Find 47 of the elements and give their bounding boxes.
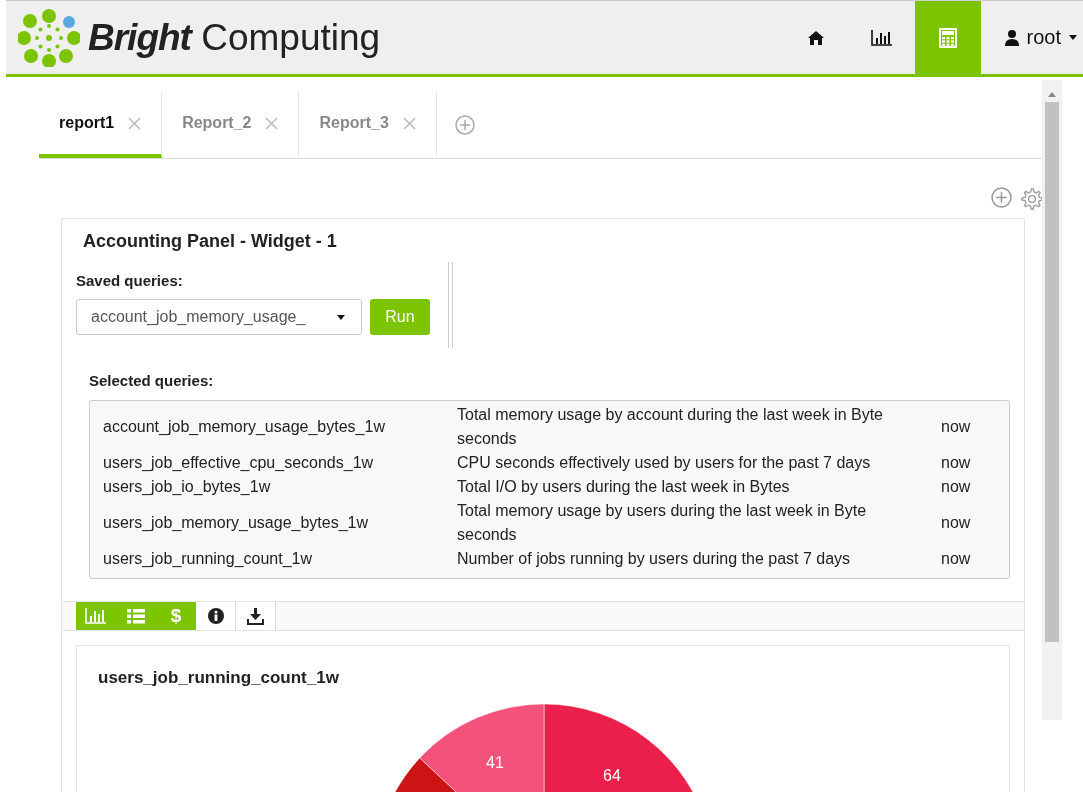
query-time: now [941, 477, 972, 497]
query-time: now [941, 549, 972, 569]
user-icon [1004, 29, 1019, 46]
currency-button[interactable]: $ [156, 602, 196, 630]
slice-label: 64 [603, 767, 621, 784]
close-icon[interactable] [128, 116, 142, 130]
query-description: Total memory usage by account during the last week in Byte seconds [457, 405, 884, 449]
query-description: Number of jobs running by users during the past 7 days [457, 549, 852, 569]
info-icon [207, 608, 224, 624]
query-name: users_job_effective_cpu_seconds_1w [103, 453, 375, 473]
query-description: Total memory usage by users during the last week in Byte seconds [457, 501, 868, 545]
chart-title: users_job_running_count_1w [98, 668, 340, 688]
saved-queries-dropdown[interactable]: account_job_memory_usage_ [76, 299, 362, 335]
logo-icon [18, 8, 80, 67]
query-description: Total I/O by users during the last week in Bytes [457, 477, 791, 497]
slice-label: 41 [486, 754, 504, 771]
widget-title: Accounting Panel - Widget - 1 [83, 231, 338, 252]
add-widget-icon[interactable] [991, 187, 1012, 208]
user-menu[interactable]: root [980, 1, 1083, 74]
saved-queries-label: Saved queries: [76, 272, 184, 289]
report-tab[interactable]: Report_2 [162, 92, 300, 158]
query-time: now [941, 513, 972, 533]
download-button[interactable] [236, 602, 276, 630]
selected-queries-label: Selected queries: [89, 372, 215, 389]
close-icon[interactable] [265, 116, 279, 130]
run-button[interactable]: Run [370, 299, 430, 335]
add-tab-icon[interactable] [454, 115, 475, 135]
bar-chart-icon [85, 608, 107, 624]
download-icon [247, 607, 264, 625]
query-name: account_job_memory_usage_bytes_1w [103, 417, 386, 437]
query-time: now [941, 453, 972, 473]
bar-chart-icon [870, 29, 893, 46]
report-tab[interactable]: Report_3 [299, 92, 437, 158]
query-time: now [941, 417, 972, 437]
home-icon [807, 30, 824, 45]
chart-button[interactable] [76, 602, 116, 630]
query-name: users_job_running_count_1w [103, 549, 314, 569]
brand-name: Bright Computing [88, 16, 381, 59]
report-tab[interactable]: report1 [39, 92, 163, 158]
settings-icon[interactable] [1020, 187, 1043, 210]
calculator-icon [938, 27, 957, 48]
close-icon[interactable] [402, 116, 416, 130]
list-icon [127, 608, 145, 624]
query-description: CPU seconds effectively used by users for the past 7 days [457, 453, 872, 473]
info-button[interactable] [196, 602, 236, 630]
query-name: users_job_io_bytes_1w [103, 477, 272, 497]
query-name: users_job_memory_usage_bytes_1w [103, 513, 370, 533]
